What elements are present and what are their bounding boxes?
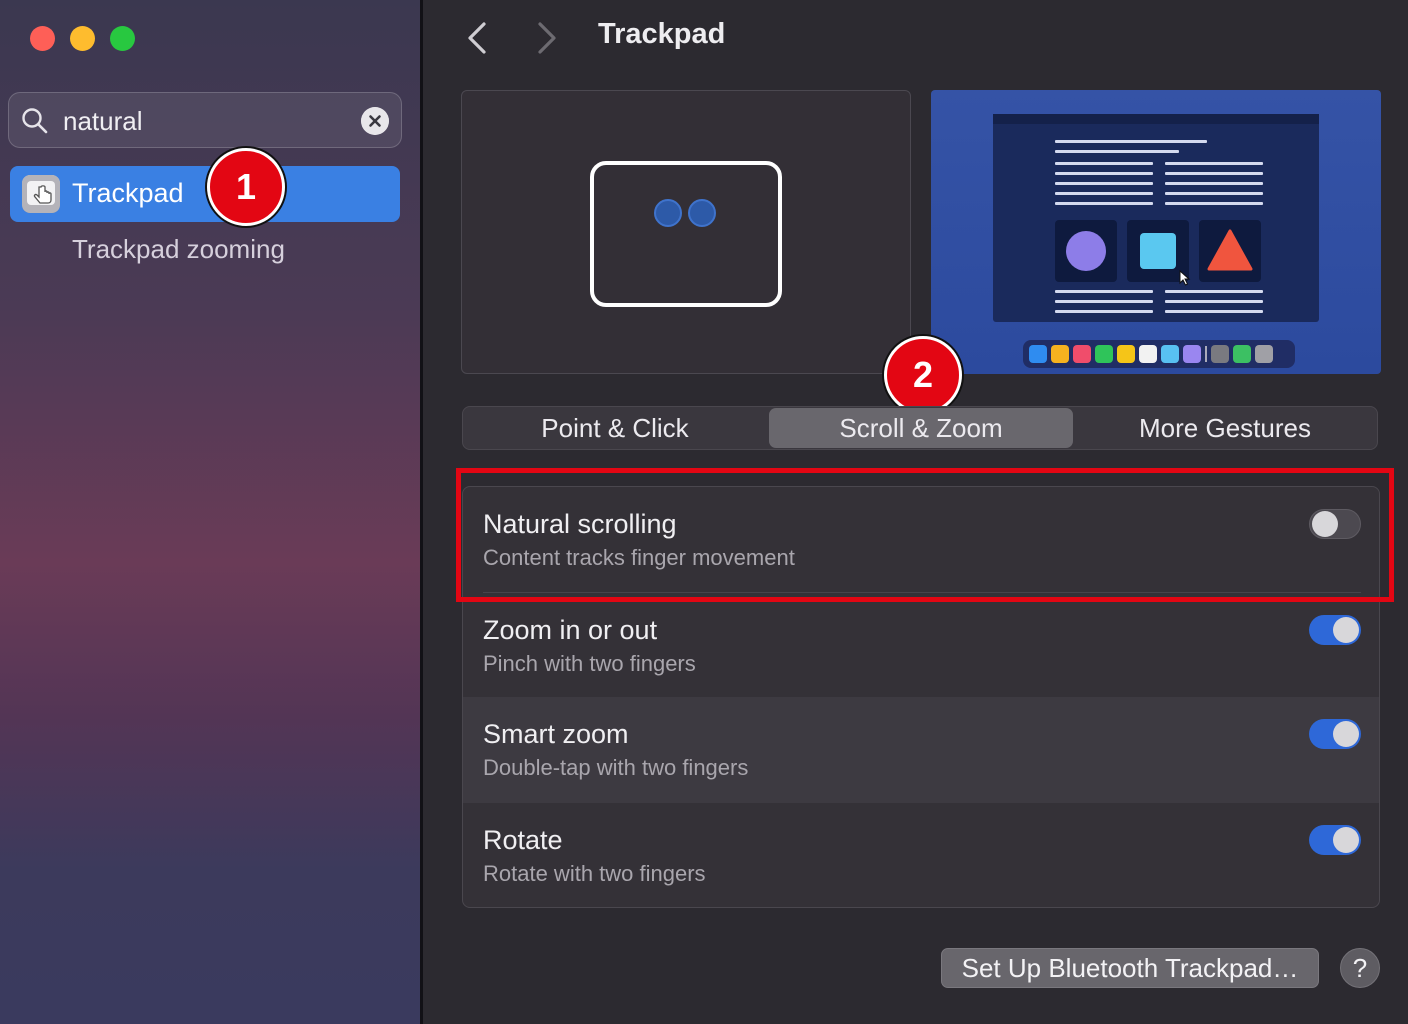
finger-dot (688, 199, 716, 227)
trackpad-app-icon (22, 175, 60, 213)
forward-chevron-icon[interactable] (532, 18, 562, 58)
zoom-window-button[interactable] (110, 26, 135, 51)
tab-bar: Point & Click Scroll & Zoom More Gesture… (462, 406, 1378, 450)
smart-zoom-toggle[interactable] (1309, 719, 1361, 749)
annotation-badge-1: 1 (207, 148, 285, 226)
tab-scroll-zoom[interactable]: Scroll & Zoom (769, 408, 1073, 448)
setting-title: Rotate (483, 825, 563, 855)
trackpad-illustration (590, 161, 782, 307)
toggle-knob (1333, 827, 1359, 853)
clear-search-icon[interactable] (361, 107, 389, 135)
annotation-badge-2: 2 (884, 336, 962, 414)
setting-subtitle: Rotate with two fingers (483, 861, 706, 886)
tab-more-gestures[interactable]: More Gestures (1073, 407, 1377, 449)
gesture-preview-panel (461, 90, 911, 374)
toggle-knob (1333, 721, 1359, 747)
setting-title: Smart zoom (483, 719, 629, 749)
setup-bluetooth-trackpad-button[interactable]: Set Up Bluetooth Trackpad… (941, 948, 1319, 988)
sidebar-item-trackpad-zooming[interactable]: Trackpad zooming (72, 234, 285, 265)
back-chevron-icon[interactable] (462, 18, 492, 58)
help-button[interactable]: ? (1340, 948, 1380, 988)
setting-row-rotate: Rotate Rotate with two fingers (463, 803, 1379, 907)
search-icon (22, 108, 48, 134)
setting-subtitle: Double-tap with two fingers (483, 755, 749, 780)
setting-row-smart-zoom: Smart zoom Double-tap with two fingers (463, 697, 1379, 803)
sidebar-divider (420, 0, 423, 1024)
zoom-toggle[interactable] (1309, 615, 1361, 645)
minimize-window-button[interactable] (70, 26, 95, 51)
close-window-button[interactable] (30, 26, 55, 51)
toggle-knob (1333, 617, 1359, 643)
demo-triangle-tile (1199, 220, 1261, 282)
demo-circle-tile (1055, 220, 1117, 282)
setting-title: Zoom in or out (483, 615, 658, 645)
cursor-icon (1179, 270, 1191, 286)
tab-point-click[interactable]: Point & Click (463, 407, 767, 449)
rotate-toggle[interactable] (1309, 825, 1361, 855)
sidebar-item-trackpad[interactable]: Trackpad (10, 166, 400, 222)
setting-row-zoom: Zoom in or out Pinch with two fingers (463, 593, 1379, 699)
sidebar-item-label: Trackpad (72, 178, 184, 208)
demo-dock (1023, 340, 1295, 368)
sidebar: natural Trackpad Trackpad zooming (0, 0, 420, 1024)
finger-dot (654, 199, 682, 227)
gesture-demo-video (931, 90, 1381, 374)
annotation-highlight-box (456, 468, 1394, 602)
setting-subtitle: Pinch with two fingers (483, 651, 696, 676)
search-field[interactable]: natural (8, 92, 402, 148)
page-title: Trackpad (598, 18, 726, 50)
demo-screen (993, 114, 1319, 322)
search-input[interactable]: natural (63, 106, 143, 137)
